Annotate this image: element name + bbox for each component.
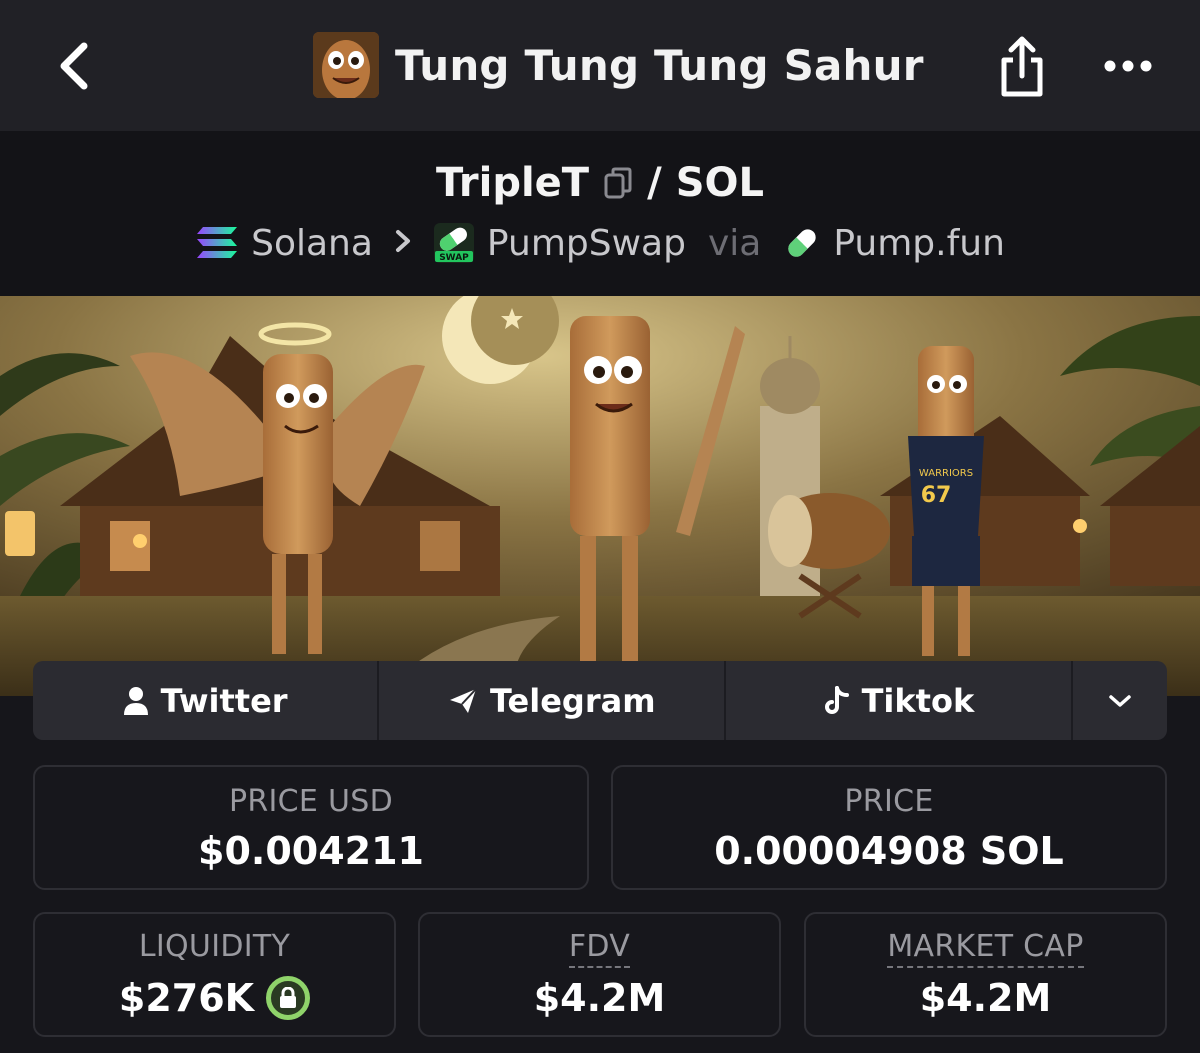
svg-text:67: 67 bbox=[921, 483, 952, 508]
ellipsis-icon bbox=[1104, 60, 1152, 72]
twitter-label: Twitter bbox=[160, 681, 288, 720]
paper-plane-icon bbox=[449, 687, 477, 713]
user-icon bbox=[123, 686, 148, 715]
price-sol-value: 0.00004908 SOL bbox=[613, 829, 1165, 873]
price-usd-label: PRICE USD bbox=[228, 784, 394, 819]
via-label: via bbox=[707, 222, 762, 264]
liquidity-card: LIQUIDITY $276K bbox=[33, 912, 396, 1037]
social-links: Twitter Telegram Tiktok bbox=[33, 661, 1167, 740]
more-socials-button[interactable] bbox=[1073, 661, 1167, 740]
back-button[interactable] bbox=[48, 38, 98, 94]
liquidity-value: $276K bbox=[35, 976, 394, 1020]
telegram-label: Telegram bbox=[489, 681, 656, 720]
tiktok-button[interactable]: Tiktok bbox=[726, 661, 1074, 740]
telegram-button[interactable]: Telegram bbox=[379, 661, 727, 740]
price-usd-amount: $0.004211 bbox=[198, 829, 424, 873]
base-token-symbol: TripleT bbox=[435, 160, 590, 206]
nav-title-group: Tung Tung Tung Sahur bbox=[313, 32, 924, 98]
dex-name: PumpSwap bbox=[486, 222, 686, 264]
fdv-amount: $4.2M bbox=[533, 976, 666, 1020]
pair-header bbox=[0, 131, 1200, 296]
more-options-button[interactable] bbox=[1098, 46, 1158, 86]
dex-link[interactable]: SWAP PumpSwap bbox=[433, 222, 686, 264]
chevron-down-icon bbox=[1109, 694, 1131, 707]
lock-icon bbox=[280, 987, 297, 1008]
market-cap-value: $4.2M bbox=[806, 976, 1165, 1020]
liquidity-amount: $276K bbox=[118, 976, 255, 1020]
pair-name: TripleT / SOL bbox=[0, 158, 1200, 208]
price-usd-card: PRICE USD $0.004211 bbox=[33, 765, 589, 890]
market-cap-amount: $4.2M bbox=[919, 976, 1052, 1020]
tiktok-label: Tiktok bbox=[861, 681, 975, 720]
quote-token-symbol: SOL bbox=[675, 160, 764, 206]
price-usd-value: $0.004211 bbox=[35, 829, 587, 873]
share-button[interactable] bbox=[995, 34, 1049, 98]
market-cap-label-wrap: MARKET CAP bbox=[806, 929, 1165, 968]
token-avatar bbox=[313, 32, 379, 98]
chain-link[interactable]: Solana bbox=[195, 223, 373, 264]
tiktok-icon bbox=[824, 685, 849, 714]
fdv-label-wrap: FDV bbox=[420, 929, 779, 968]
launchpad-link[interactable]: Pump.fun bbox=[783, 223, 1005, 264]
market-cap-card: MARKET CAP $4.2M bbox=[804, 912, 1167, 1037]
share-icon bbox=[1001, 36, 1043, 97]
chain-name: Solana bbox=[251, 222, 373, 264]
fdv-value: $4.2M bbox=[420, 976, 779, 1020]
liquidity-lock-button[interactable] bbox=[266, 976, 311, 1020]
price-sol-amount: 0.00004908 SOL bbox=[714, 829, 1064, 873]
pumpswap-icon: SWAP bbox=[433, 223, 474, 263]
twitter-button[interactable]: Twitter bbox=[33, 661, 380, 740]
token-title: Tung Tung Tung Sahur bbox=[395, 40, 924, 90]
pair-separator: / bbox=[647, 160, 662, 206]
fdv-label[interactable]: FDV bbox=[568, 929, 631, 968]
liquidity-label: LIQUIDITY bbox=[138, 929, 291, 964]
price-sol-label: PRICE bbox=[844, 784, 934, 819]
top-nav-bar: Tung Tung Tung Sahur bbox=[0, 0, 1200, 131]
market-cap-label[interactable]: MARKET CAP bbox=[887, 929, 1084, 968]
fdv-card: FDV $4.2M bbox=[418, 912, 781, 1037]
svg-text:WARRIORS: WARRIORS bbox=[919, 468, 973, 479]
solana-icon bbox=[197, 227, 238, 258]
breadcrumb: Solana SWAP PumpSwap via Pump.fun bbox=[0, 220, 1200, 266]
copy-icon[interactable] bbox=[603, 166, 633, 200]
launchpad-name: Pump.fun bbox=[833, 222, 1005, 264]
pill-icon bbox=[788, 229, 816, 257]
price-sol-card: PRICE 0.00004908 SOL bbox=[611, 765, 1167, 890]
chevron-left-icon bbox=[60, 42, 88, 90]
token-banner-image: WARRIORS 67 bbox=[0, 296, 1200, 696]
chevron-right-icon bbox=[395, 226, 411, 261]
svg-text:SWAP: SWAP bbox=[439, 253, 469, 263]
